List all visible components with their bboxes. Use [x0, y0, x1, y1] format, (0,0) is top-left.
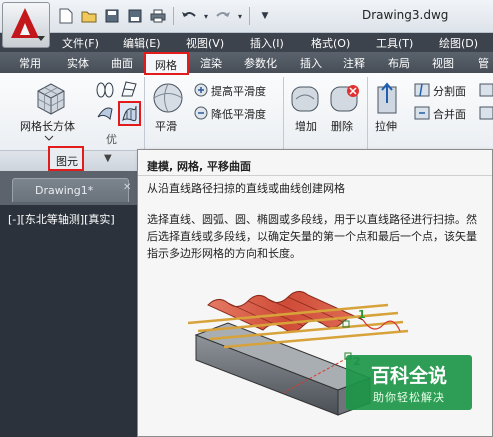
customize-qat-button[interactable]: ▼: [255, 6, 275, 26]
delete-label[interactable]: 删除: [331, 118, 353, 134]
redo-dropdown-icon[interactable]: ▾: [236, 6, 244, 26]
save-icon[interactable]: [102, 6, 122, 26]
remove-crease-icon[interactable]: [327, 81, 361, 115]
tabulated-surface-button[interactable]: [118, 101, 141, 126]
merge-face-label[interactable]: 合并面: [433, 106, 466, 122]
menu-draw[interactable]: 绘图(D): [439, 35, 478, 51]
viewport-controls[interactable]: [-][东北等轴测][真实]: [8, 211, 115, 227]
save-as-icon[interactable]: [125, 6, 145, 26]
tab-parametric[interactable]: 参数化: [244, 55, 277, 71]
tabulated-surface-icon: [122, 105, 137, 122]
smooth-more-icon[interactable]: [193, 82, 209, 98]
smooth-less-label[interactable]: 降低平滑度: [211, 106, 266, 122]
tab-mesh-label: 网格: [155, 59, 177, 72]
title-bar: ▾ ▾ ▼ Drawing3.dwg: [0, 0, 493, 33]
menu-bar: 文件(F) 编辑(E) 视图(V) 插入(I) 格式(O) 工具(T) 绘图(D…: [0, 33, 493, 52]
chevron-down-icon[interactable]: [44, 135, 54, 141]
mesh-box-label[interactable]: 网格长方体: [20, 118, 75, 134]
add-label[interactable]: 增加: [295, 118, 317, 134]
application-menu-button[interactable]: [2, 2, 50, 48]
tab-layout[interactable]: 布局: [388, 55, 410, 71]
edge-surface-icon[interactable]: [120, 80, 138, 98]
menu-insert[interactable]: 插入(I): [250, 35, 284, 51]
tab-home[interactable]: 常用: [19, 55, 41, 71]
mesh-box-icon[interactable]: [34, 81, 68, 115]
undo-icon[interactable]: [179, 6, 199, 26]
tab-mesh[interactable]: 网格: [144, 52, 189, 75]
split-face-icon[interactable]: [413, 82, 431, 98]
tooltip-summary: 从沿直线路径扫掠的直线或曲线创建网格: [147, 182, 345, 195]
smooth-label[interactable]: 平滑: [155, 118, 177, 134]
panel-primitives-label: 图元: [56, 155, 78, 168]
tab-annotate[interactable]: 注释: [343, 55, 365, 71]
tab-solid[interactable]: 实体: [67, 55, 89, 71]
ribbon-tab-bar: 常用 实体 曲面 渲染 参数化 插入 注释 布局 视图 管: [0, 52, 493, 73]
menu-view[interactable]: 视图(V): [186, 35, 224, 51]
window-title: Drawing3.dwg: [362, 8, 449, 22]
watermark-logo: 百科全说 助你轻松解决: [346, 355, 472, 410]
stretch-label[interactable]: 拉伸: [375, 118, 397, 134]
menu-file[interactable]: 文件(F): [62, 35, 99, 51]
smooth-more-label[interactable]: 提高平滑度: [211, 83, 266, 99]
tooltip-description: 选择直线、圆弧、圆、椭圆或多段线，用于以直线路径进行扫掠。然后选择直线或多段线，…: [147, 213, 477, 260]
print-icon[interactable]: [148, 6, 168, 26]
split-face-label[interactable]: 分割面: [433, 83, 466, 99]
smooth-less-icon[interactable]: [193, 105, 209, 121]
smooth-object-icon[interactable]: [151, 81, 185, 115]
menu-tools[interactable]: 工具(T): [376, 35, 413, 51]
tab-render[interactable]: 渲染: [200, 55, 222, 71]
document-tab-label: Drawing1*: [35, 184, 94, 197]
menu-format[interactable]: 格式(O): [311, 35, 350, 51]
watermark-sub: 助你轻松解决: [373, 391, 445, 404]
add-crease-icon[interactable]: [288, 81, 322, 115]
tab-view[interactable]: 视图: [432, 55, 454, 71]
menu-edit[interactable]: 编辑(E): [123, 35, 161, 51]
extrude-face-icon[interactable]: [373, 81, 401, 115]
close-icon[interactable]: ✕: [123, 182, 131, 193]
tab-more[interactable]: 管: [478, 55, 489, 71]
revolved-surface-icon[interactable]: [96, 80, 114, 98]
more-tools-icon[interactable]: [478, 105, 493, 121]
toolbar-separator: [173, 7, 174, 25]
tab-surface[interactable]: 曲面: [111, 55, 133, 71]
panel-primitives-title[interactable]: 图元: [48, 146, 84, 171]
quick-access-toolbar: ▾ ▾ ▼: [56, 6, 275, 26]
more-tools-icon[interactable]: [478, 82, 493, 98]
watermark-main: 百科全说: [370, 365, 447, 387]
chevron-down-icon: [37, 36, 45, 41]
small-truncated-label: 优: [106, 133, 117, 146]
tab-insert[interactable]: 插入: [300, 55, 322, 71]
undo-dropdown-icon[interactable]: ▾: [202, 6, 210, 26]
new-icon[interactable]: [56, 6, 76, 26]
panel-expand-icon[interactable]: ▼: [104, 153, 112, 164]
open-icon[interactable]: [79, 6, 99, 26]
redo-icon[interactable]: [213, 6, 233, 26]
callout-1: 1: [358, 308, 366, 321]
document-tab[interactable]: Drawing1*: [12, 178, 129, 202]
toolbar-separator: [249, 7, 250, 25]
ruled-surface-icon[interactable]: [96, 103, 114, 121]
tooltip-title: 建模, 网格, 平移曲面: [147, 160, 252, 173]
merge-face-icon[interactable]: [413, 105, 431, 121]
